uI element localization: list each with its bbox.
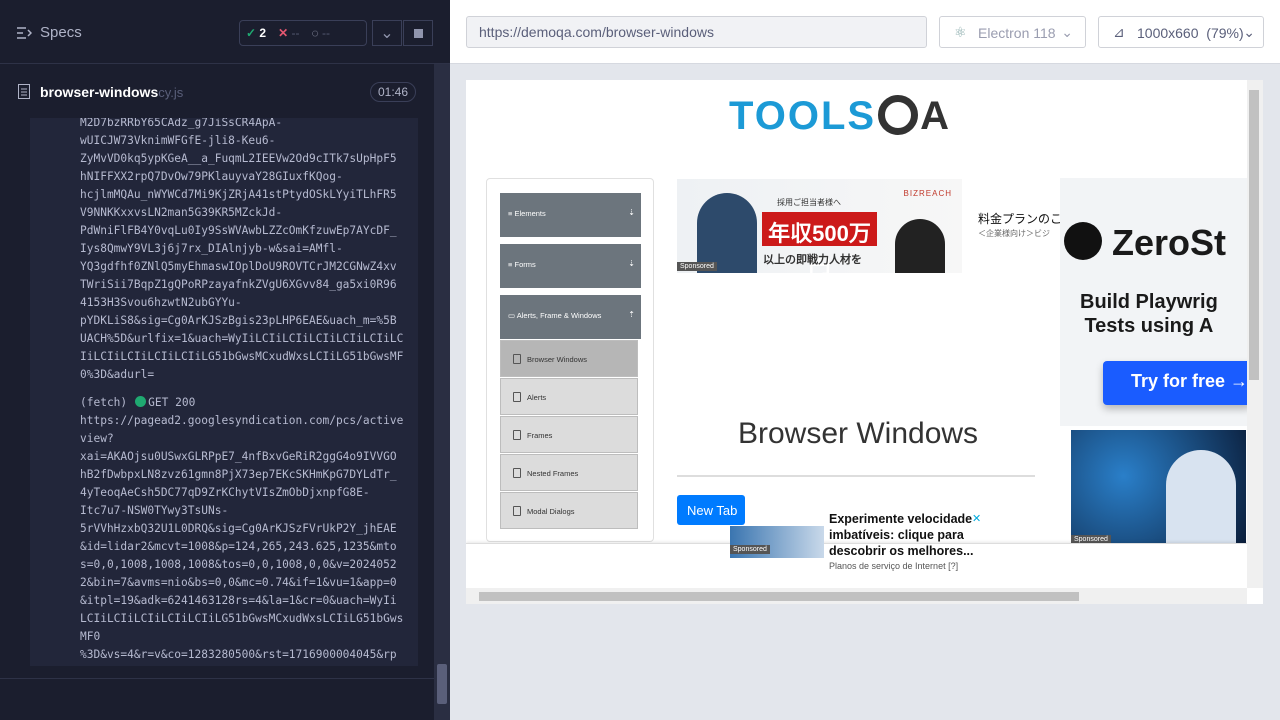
try-free-button[interactable]: Try for free → — [1103, 361, 1250, 405]
toolsqa-logo[interactable]: TOOLS A — [729, 94, 949, 139]
specs-icon[interactable] — [16, 26, 32, 40]
ad-headline: 年収500万円 — [762, 212, 877, 278]
ad-person-image — [895, 219, 945, 273]
spec-name: browser-windowscy.js — [40, 84, 184, 100]
status-dot-icon — [135, 396, 147, 407]
bottom-ad-text[interactable]: Experimente velocidade imbatíveis: cliqu… — [829, 511, 979, 559]
menu-icon: ≡ — [508, 209, 513, 218]
ad-person-image — [1166, 450, 1236, 545]
ad-bizreach[interactable]: BIZREACH 採用ご担当者様へ 年収500万円 以上の即戦力人材を Spon… — [677, 179, 962, 278]
failed-count: ✕ -- — [278, 26, 300, 40]
bottom-ad-image[interactable]: Sponsored — [730, 526, 824, 558]
ad-brand: BIZREACH — [903, 189, 952, 198]
chevron-down-icon: ⌄ — [1061, 24, 1073, 40]
app-under-test: TOOLS A ≡ Elements ⇣ ≡ Forms ⇣ ▭ Alerts, Fr… — [466, 80, 1263, 604]
file-icon — [18, 84, 30, 99]
pending-count: ◌ -- — [311, 26, 330, 40]
gear-icon — [878, 95, 919, 135]
log-fetch-line[interactable]: (fetch) GET 200 — [80, 394, 408, 412]
download-icon: ⇣ — [628, 208, 635, 217]
url-input[interactable]: https://demoqa.com/browser-windows — [466, 16, 927, 48]
menu-item-browser-windows[interactable]: Browser Windows — [500, 340, 638, 377]
menu-item-alerts[interactable]: Alerts — [500, 378, 638, 415]
group-alerts[interactable]: ▭ Alerts, Frame & Windows ⇡ — [500, 295, 641, 339]
chevron-down-icon[interactable]: ⌄ — [372, 20, 402, 46]
ad-subline: 以上の即戦力人材を — [763, 254, 862, 266]
stop-button[interactable] — [403, 20, 433, 46]
menu-item-nested-frames[interactable]: Nested Frames — [500, 454, 638, 491]
cross-icon: ✕ — [278, 26, 289, 40]
list-icon — [513, 430, 521, 440]
close-icon[interactable]: ✕ — [972, 512, 981, 525]
check-icon: ✓ — [246, 26, 257, 40]
ad-body: Build Playwrig Tests using A — [1080, 291, 1218, 337]
upload-icon: ⇡ — [628, 310, 635, 319]
electron-icon: ⚛ — [954, 24, 967, 40]
page-vertical-scrollbar-thumb[interactable] — [1249, 90, 1259, 380]
ruler-icon: ⊿ — [1113, 24, 1125, 40]
stop-icon — [413, 28, 423, 38]
list-icon — [513, 468, 521, 478]
browser-selector[interactable]: ⚛ Electron 118 ⌄ — [939, 16, 1086, 48]
ad-top-text: 採用ご担当者様へ — [777, 198, 841, 207]
chevron-down-icon: ⌄ — [1243, 24, 1255, 40]
group-elements[interactable]: ≡ Elements ⇣ — [500, 193, 641, 237]
download-icon: ⇣ — [628, 259, 635, 268]
log-text-bottom: https://pagead2.googlesyndication.com/pc… — [80, 414, 404, 661]
ad-title: ZeroSt — [1112, 222, 1227, 263]
sponsored-label: Sponsored — [677, 262, 717, 271]
sidebar: ≡ Elements ⇣ ≡ Forms ⇣ ▭ Alerts, Frame & W… — [486, 178, 654, 542]
page-title: Browser Windows — [738, 417, 979, 450]
menu-item-modal-dialogs[interactable]: Modal Dialogs — [500, 492, 638, 529]
bottom-ad-subtext: Planos de serviço de Internet [?] — [829, 561, 959, 571]
ad-tech-image[interactable]: Sponsored — [1071, 430, 1246, 545]
url-bar: https://demoqa.com/browser-windows ⚛ Ele… — [450, 0, 1280, 64]
divider — [0, 678, 434, 679]
specs-title[interactable]: Specs — [40, 24, 82, 41]
timer: 01:46 — [369, 82, 416, 102]
preview-panel: https://demoqa.com/browser-windows ⚛ Ele… — [450, 0, 1280, 720]
menu-item-frames[interactable]: Frames — [500, 416, 638, 453]
list-icon — [513, 392, 521, 402]
list-icon — [513, 354, 521, 364]
log-scrollbar-thumb[interactable] — [437, 664, 447, 704]
new-tab-button[interactable]: New Tab — [677, 495, 745, 525]
ad-person-image — [697, 193, 757, 273]
passed-count: ✓ 2 — [246, 26, 267, 40]
command-log: M2D7bzRRbY65CAdz_g7JiSsCR4ApA- wUICJW73V… — [30, 118, 418, 666]
reporter-panel: Specs ✓ 2 ✕ -- ◌ -- ⌄ browser-windowscy.… — [0, 0, 450, 720]
viewport-selector[interactable]: ⊿ 1000x660 (79%) ⌄ — [1098, 16, 1264, 48]
log-scrollbar[interactable] — [434, 64, 450, 720]
ad-subtext: ＜企業様向け＞ビジ — [978, 229, 1050, 238]
list-icon — [513, 506, 521, 516]
page-horizontal-scrollbar-thumb[interactable] — [479, 592, 1079, 601]
spec-file-row[interactable]: browser-windowscy.js 01:46 — [16, 74, 418, 110]
divider — [677, 475, 1035, 477]
ad-text[interactable]: 料金プランのこ — [978, 210, 1068, 227]
menu-icon: ≡ — [508, 260, 513, 269]
zerostep-logo-icon — [1064, 222, 1102, 260]
reporter-header: Specs ✓ 2 ✕ -- ◌ -- ⌄ — [0, 0, 450, 64]
pending-icon: ◌ — [311, 26, 319, 40]
window-icon: ▭ — [508, 311, 516, 320]
ad-zerostep[interactable]: ZeroSt Build Playwrig Tests using A Try f… — [1060, 178, 1250, 426]
test-stats: ✓ 2 ✕ -- ◌ -- — [239, 20, 367, 46]
group-forms[interactable]: ≡ Forms ⇣ — [500, 244, 641, 288]
log-text-top: M2D7bzRRbY65CAdz_g7JiSsCR4ApA- wUICJW73V… — [80, 118, 404, 381]
sponsored-label: Sponsored — [730, 545, 770, 554]
